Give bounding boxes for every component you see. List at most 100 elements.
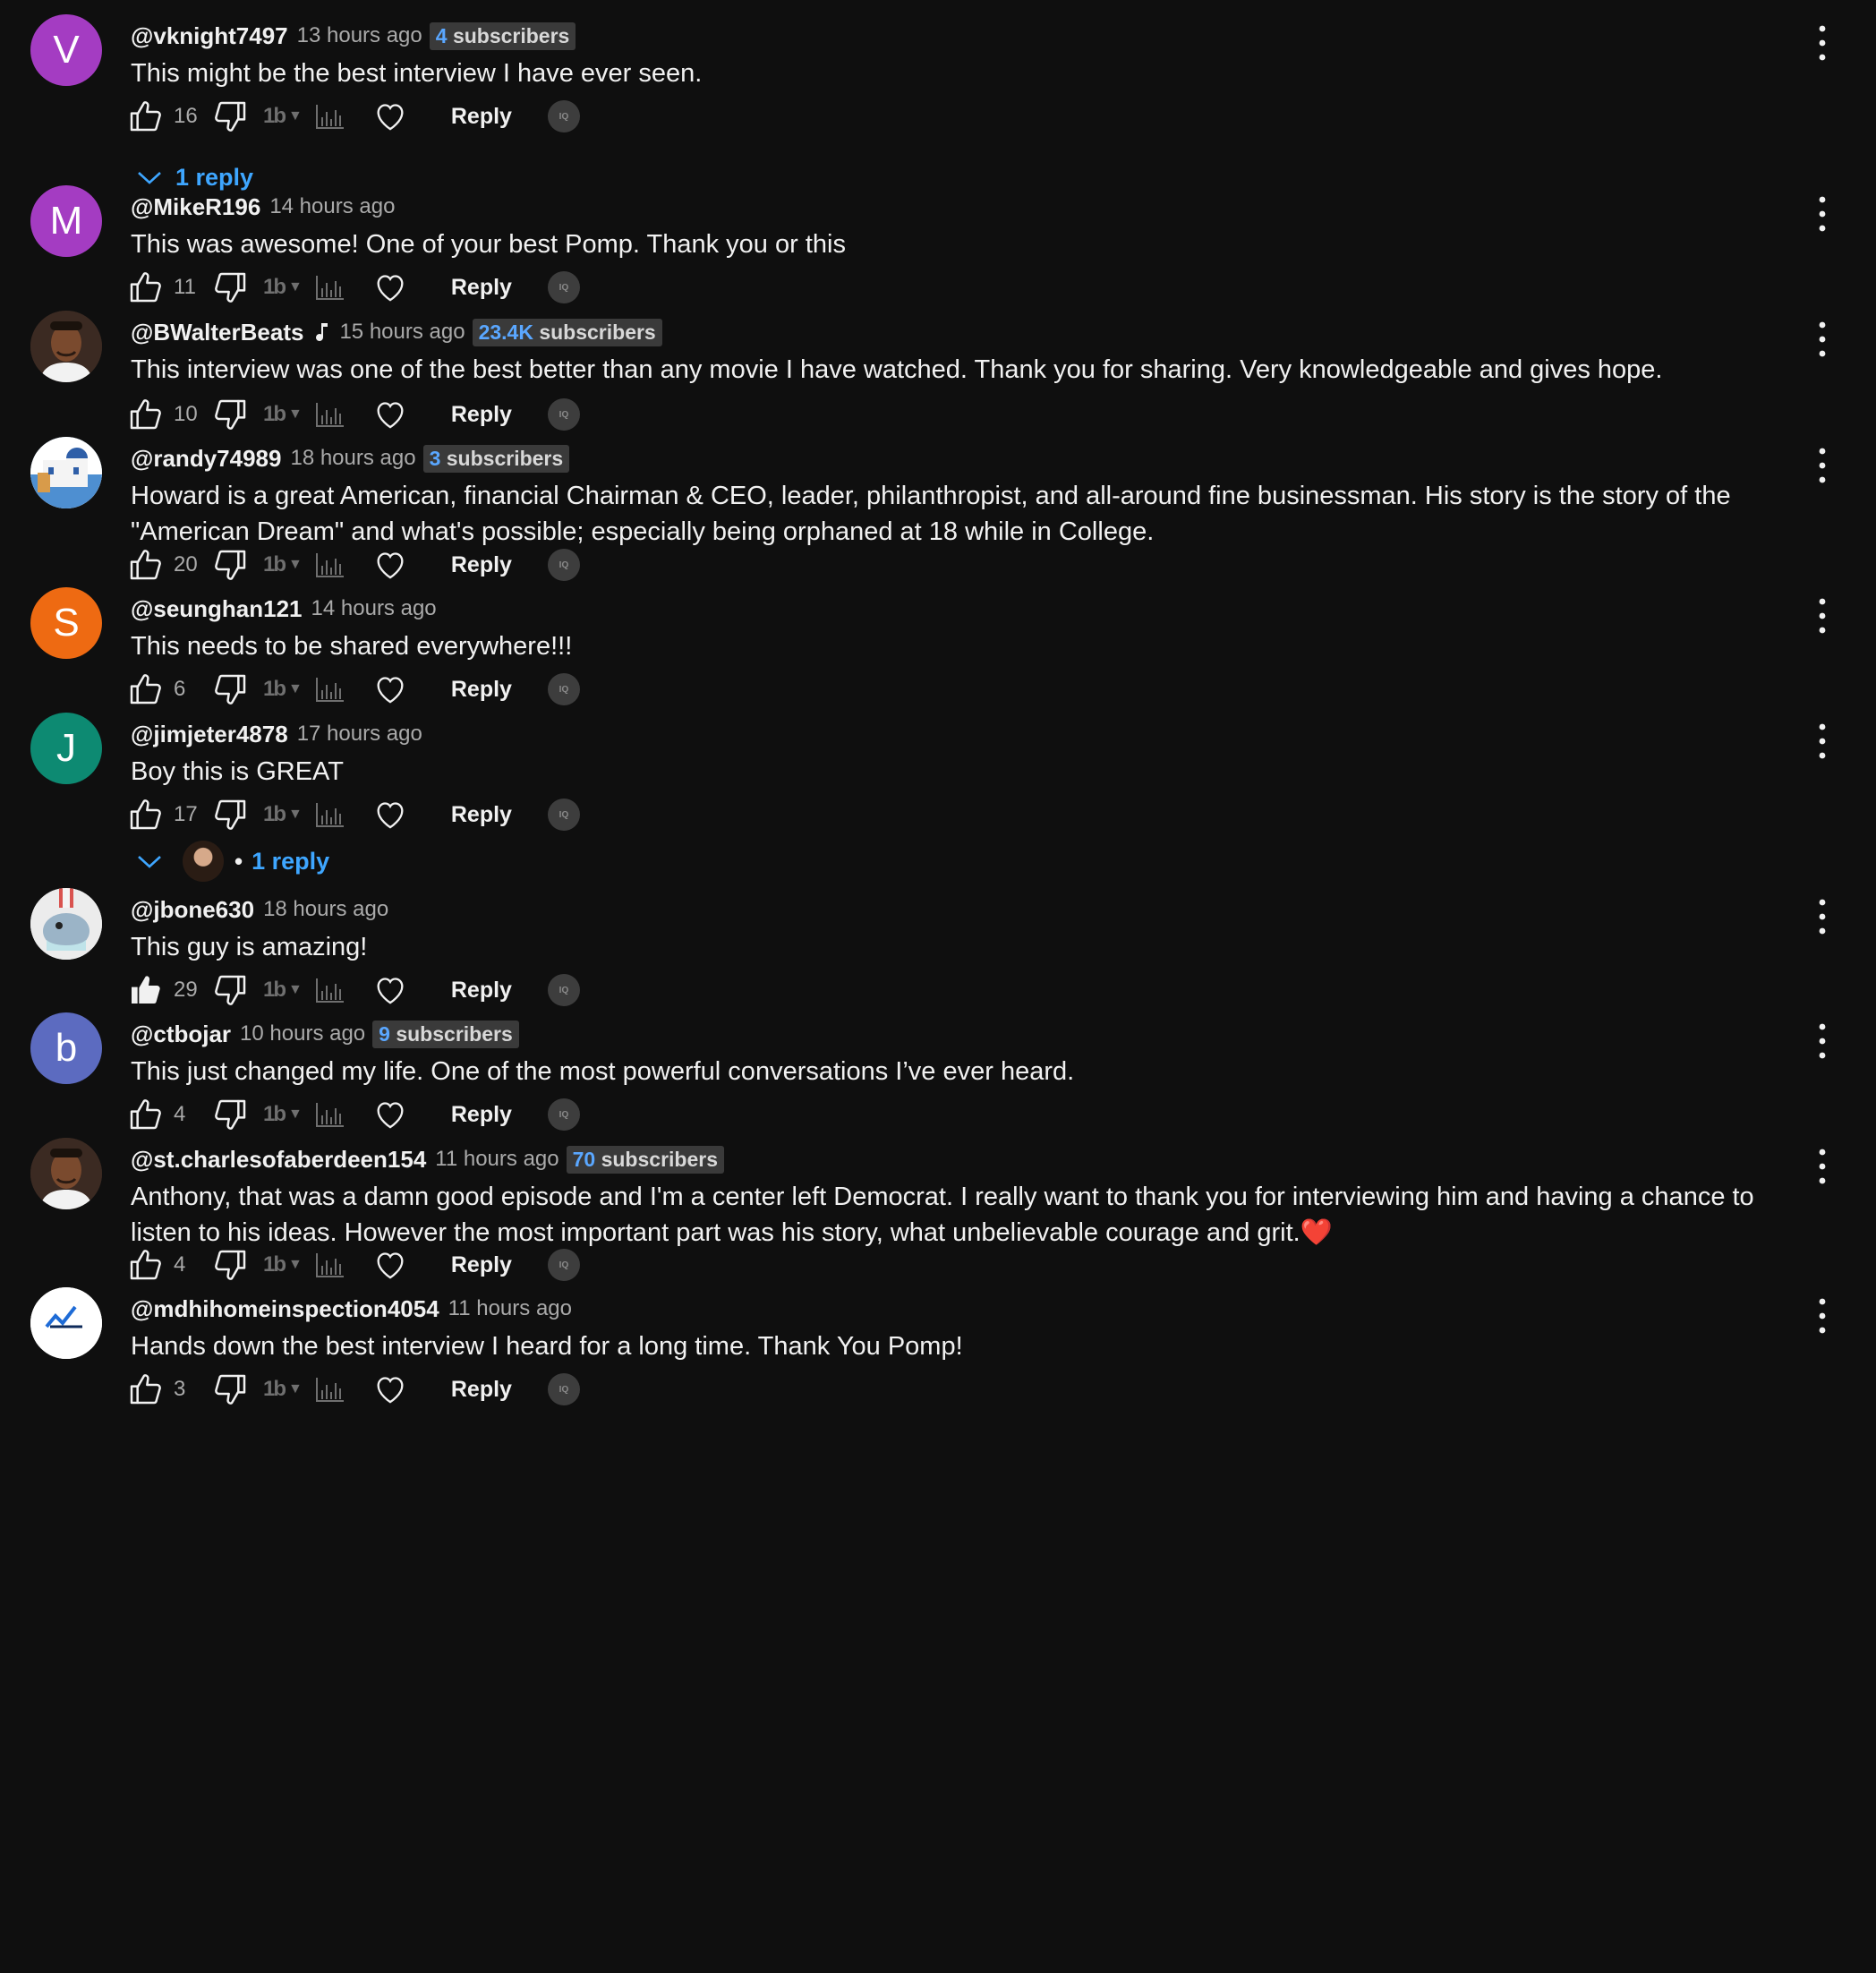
replies-toggle[interactable]: • 1 reply: [134, 841, 329, 882]
score-dropdown[interactable]: 1b ▼: [263, 1377, 303, 1402]
iq-icon[interactable]: IQ: [547, 1249, 580, 1281]
stats-chart-icon[interactable]: [315, 801, 345, 828]
score-dropdown[interactable]: 1b ▼: [263, 677, 303, 702]
iq-icon[interactable]: IQ: [547, 398, 580, 431]
more-options-icon[interactable]: [1804, 187, 1840, 241]
author-handle[interactable]: @BWalterBeats: [131, 319, 303, 346]
dislike-button[interactable]: [213, 397, 249, 432]
dislike-button[interactable]: [213, 671, 249, 707]
avatar[interactable]: [30, 1138, 102, 1209]
dislike-button[interactable]: [213, 1371, 249, 1407]
stats-chart-icon[interactable]: [315, 1251, 345, 1278]
like-button[interactable]: [127, 797, 163, 833]
heart-button[interactable]: [372, 98, 408, 134]
avatar[interactable]: J: [30, 713, 102, 784]
stats-chart-icon[interactable]: [315, 401, 345, 428]
reply-button[interactable]: Reply: [451, 1102, 512, 1128]
like-button[interactable]: [127, 1371, 163, 1407]
stats-chart-icon[interactable]: [315, 551, 345, 578]
heart-button[interactable]: [372, 797, 408, 833]
avatar[interactable]: [30, 437, 102, 508]
heart-button[interactable]: [372, 1097, 408, 1132]
reply-button[interactable]: Reply: [451, 677, 512, 703]
avatar[interactable]: M: [30, 185, 102, 257]
more-options-icon[interactable]: [1804, 1140, 1840, 1193]
more-options-icon[interactable]: [1804, 312, 1840, 366]
reply-button[interactable]: Reply: [451, 552, 512, 578]
timestamp[interactable]: 14 hours ago: [311, 596, 437, 621]
heart-button[interactable]: [372, 397, 408, 432]
avatar[interactable]: [30, 1287, 102, 1359]
score-dropdown[interactable]: 1b ▼: [263, 1102, 303, 1127]
like-button[interactable]: [127, 972, 163, 1008]
dislike-button[interactable]: [213, 797, 249, 833]
like-button[interactable]: [127, 397, 163, 432]
score-dropdown[interactable]: 1b ▼: [263, 104, 303, 129]
stats-chart-icon[interactable]: [315, 977, 345, 1004]
heart-button[interactable]: [372, 1371, 408, 1407]
stats-chart-icon[interactable]: [315, 1101, 345, 1128]
author-handle[interactable]: @jbone630: [131, 896, 254, 924]
dislike-button[interactable]: [213, 547, 249, 583]
iq-icon[interactable]: IQ: [547, 100, 580, 132]
score-dropdown[interactable]: 1b ▼: [263, 275, 303, 300]
like-button[interactable]: [127, 1247, 163, 1283]
reply-button[interactable]: Reply: [451, 402, 512, 428]
dislike-button[interactable]: [213, 98, 249, 134]
timestamp[interactable]: 11 hours ago: [435, 1147, 559, 1172]
more-options-icon[interactable]: [1804, 890, 1840, 944]
avatar[interactable]: S: [30, 587, 102, 659]
reply-button[interactable]: Reply: [451, 978, 512, 1004]
author-handle[interactable]: @ctbojar: [131, 1021, 231, 1048]
stats-chart-icon[interactable]: [315, 1376, 345, 1403]
author-handle[interactable]: @vknight7497: [131, 22, 288, 50]
author-handle[interactable]: @jimjeter4878: [131, 721, 288, 748]
heart-button[interactable]: [372, 1247, 408, 1283]
stats-chart-icon[interactable]: [315, 103, 345, 130]
like-button[interactable]: [127, 269, 163, 305]
reply-button[interactable]: Reply: [451, 1377, 512, 1403]
like-button[interactable]: [127, 1097, 163, 1132]
heart-button[interactable]: [372, 972, 408, 1008]
timestamp[interactable]: 13 hours ago: [297, 23, 422, 48]
author-handle[interactable]: @seunghan121: [131, 595, 303, 623]
reply-button[interactable]: Reply: [451, 104, 512, 130]
more-options-icon[interactable]: [1804, 589, 1840, 643]
more-options-icon[interactable]: [1804, 439, 1840, 492]
timestamp[interactable]: 18 hours ago: [290, 446, 415, 471]
timestamp[interactable]: 10 hours ago: [240, 1021, 365, 1046]
iq-icon[interactable]: IQ: [547, 974, 580, 1006]
more-options-icon[interactable]: [1804, 714, 1840, 768]
avatar[interactable]: [30, 311, 102, 382]
heart-button[interactable]: [372, 269, 408, 305]
dislike-button[interactable]: [213, 972, 249, 1008]
iq-icon[interactable]: IQ: [547, 271, 580, 303]
timestamp[interactable]: 15 hours ago: [339, 320, 465, 345]
more-options-icon[interactable]: [1804, 1289, 1840, 1343]
reply-button[interactable]: Reply: [451, 1252, 512, 1278]
more-options-icon[interactable]: [1804, 1014, 1840, 1068]
like-button[interactable]: [127, 547, 163, 583]
iq-icon[interactable]: IQ: [547, 799, 580, 831]
reply-button[interactable]: Reply: [451, 275, 512, 301]
stats-chart-icon[interactable]: [315, 676, 345, 703]
reply-button[interactable]: Reply: [451, 802, 512, 828]
timestamp[interactable]: 11 hours ago: [448, 1296, 572, 1321]
timestamp[interactable]: 18 hours ago: [263, 897, 388, 922]
score-dropdown[interactable]: 1b ▼: [263, 978, 303, 1003]
heart-button[interactable]: [372, 671, 408, 707]
avatar[interactable]: [30, 888, 102, 960]
iq-icon[interactable]: IQ: [547, 549, 580, 581]
timestamp[interactable]: 17 hours ago: [297, 722, 422, 747]
dislike-button[interactable]: [213, 1247, 249, 1283]
score-dropdown[interactable]: 1b ▼: [263, 552, 303, 577]
iq-icon[interactable]: IQ: [547, 673, 580, 705]
timestamp[interactable]: 14 hours ago: [269, 194, 395, 219]
like-button[interactable]: [127, 671, 163, 707]
score-dropdown[interactable]: 1b ▼: [263, 802, 303, 827]
author-handle[interactable]: @mdhihomeinspection4054: [131, 1295, 439, 1323]
iq-icon[interactable]: IQ: [547, 1373, 580, 1405]
like-button[interactable]: [127, 98, 163, 134]
author-handle[interactable]: @st.charlesofaberdeen154: [131, 1146, 426, 1174]
iq-icon[interactable]: IQ: [547, 1098, 580, 1131]
